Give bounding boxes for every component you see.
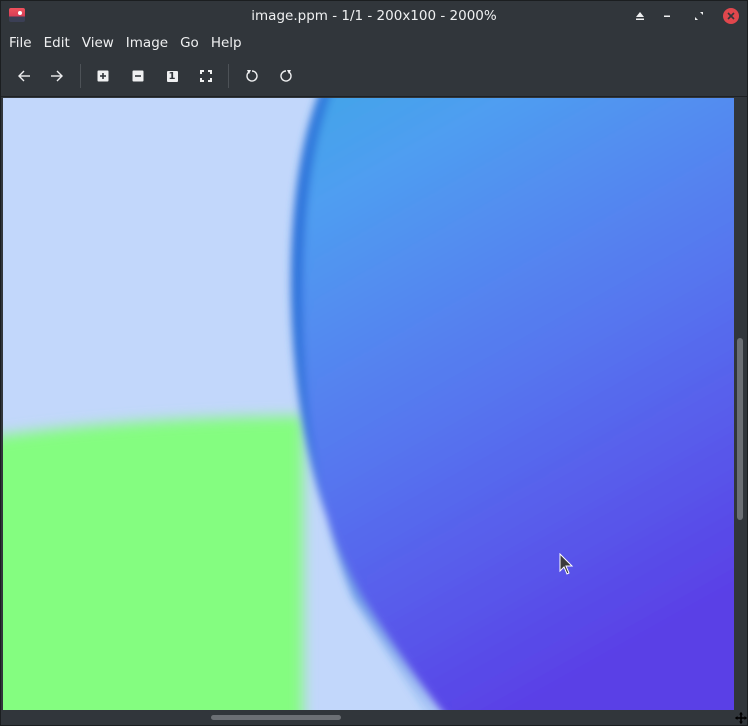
vertical-scroll-thumb[interactable] <box>737 338 743 520</box>
resize-corner[interactable] <box>734 710 747 725</box>
minimize-icon <box>664 15 670 17</box>
toolbar-separator <box>228 64 229 88</box>
ground-region <box>3 416 303 710</box>
menu-edit[interactable]: Edit <box>38 31 76 55</box>
rendered-image <box>3 98 734 710</box>
menu-help[interactable]: Help <box>205 31 248 55</box>
menu-view[interactable]: View <box>76 31 120 55</box>
zoom-original-button[interactable]: 1 <box>161 65 183 87</box>
back-arrow-icon <box>18 70 30 82</box>
zoom-out-icon <box>132 70 144 82</box>
zoom-in-icon <box>97 70 109 82</box>
maximize-button[interactable] <box>689 6 709 26</box>
menu-bar: File Edit View Image Go Help <box>1 31 747 55</box>
rotate-left-button[interactable] <box>241 65 263 87</box>
horizontal-scroll-thumb[interactable] <box>211 715 341 720</box>
image-canvas[interactable] <box>3 98 734 710</box>
mouse-pointer-icon <box>559 553 574 575</box>
horizontal-scrollbar[interactable] <box>3 710 734 725</box>
maximize-icon <box>695 12 703 20</box>
keep-above-icon <box>636 12 644 20</box>
vertical-scrollbar[interactable] <box>734 98 747 710</box>
close-icon <box>727 12 735 20</box>
toolbar-separator <box>80 64 81 88</box>
menu-image[interactable]: Image <box>120 31 174 55</box>
toolbar: 1 <box>1 55 747 97</box>
close-button[interactable] <box>721 6 741 26</box>
menu-go[interactable]: Go <box>174 31 205 55</box>
forward-button[interactable] <box>46 65 68 87</box>
back-button[interactable] <box>13 65 35 87</box>
rotate-right-button[interactable] <box>275 65 297 87</box>
rotate-left-icon <box>246 70 258 82</box>
zoom-original-icon: 1 <box>166 70 178 82</box>
fit-window-button[interactable] <box>195 65 217 87</box>
title-bar[interactable]: image.ppm - 1/1 - 200x100 - 2000% <box>1 1 747 31</box>
menu-file[interactable]: File <box>3 31 38 55</box>
zoom-in-button[interactable] <box>92 65 114 87</box>
image-viewer-window: image.ppm - 1/1 - 200x100 - 2000% File E… <box>0 0 748 726</box>
move-cursor-icon <box>734 711 747 724</box>
close-circle <box>723 8 739 24</box>
minimize-button[interactable] <box>657 6 677 26</box>
keep-above-button[interactable] <box>630 6 650 26</box>
fit-window-icon <box>200 70 212 82</box>
forward-arrow-icon <box>51 70 63 82</box>
rotate-right-icon <box>280 70 292 82</box>
zoom-out-button[interactable] <box>127 65 149 87</box>
